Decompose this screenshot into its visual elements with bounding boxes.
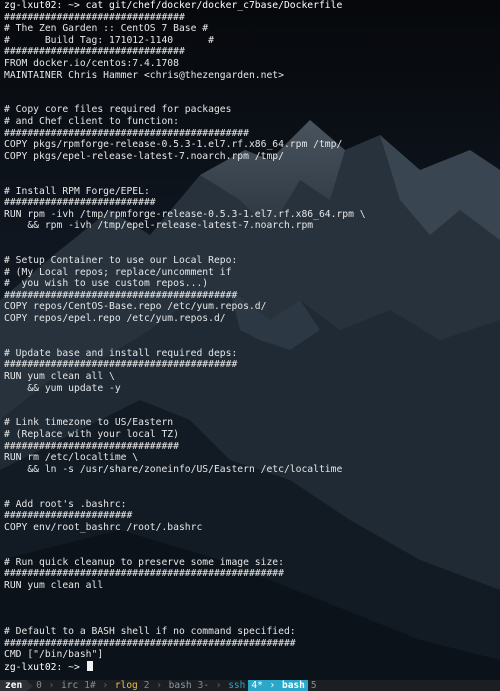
output-line: ######################################## xyxy=(4,359,238,371)
output-line: ########################## xyxy=(4,197,156,209)
separator-icon: › xyxy=(96,680,114,691)
prompt-line: zg-lxut02: ~> cat git/chef/docker/docker… xyxy=(4,0,343,11)
window-index: 3- xyxy=(197,680,210,691)
window-index: 1# xyxy=(84,680,96,691)
output-line: FROM docker.io/centos:7.4.1708 xyxy=(4,57,179,69)
prompt-text: zg-lxut02: ~> xyxy=(4,661,86,673)
output-line: ########################################… xyxy=(4,637,296,649)
window-tab-rlog[interactable]: 1# › rlog xyxy=(81,680,141,691)
output-line: ############################## xyxy=(4,440,179,452)
output-line: # (Replace with your local TZ) xyxy=(4,428,179,440)
output-line: MAINTAINER Chris Hammer <chris@thezengar… xyxy=(4,69,284,81)
separator-icon: › xyxy=(42,680,61,691)
output-line: # Run quick cleanup to preserve some ima… xyxy=(4,556,284,568)
output-line: # Copy core files required for packages xyxy=(4,104,232,116)
output-line: RUN yum clean all \ xyxy=(4,371,115,382)
output-line: ########################################… xyxy=(4,127,249,139)
output-line: # Add root's .bashrc: xyxy=(4,498,127,510)
tmux-status-bar: zen 0 › irc 1# › rlog 2 › bash 3- › ssh … xyxy=(0,680,500,691)
output-line: # (My Local repos; replace/uncomment if xyxy=(4,266,232,278)
session-name[interactable]: zen xyxy=(0,680,28,691)
window-name: bash xyxy=(281,680,305,691)
cursor xyxy=(86,660,93,671)
prompt-line[interactable]: zg-lxut02: ~> xyxy=(4,660,496,673)
output-line: COPY env/root_bashrc /root/.bashrc xyxy=(4,521,203,533)
output-line: && yum update -y xyxy=(4,382,121,394)
output-line: COPY repos/epel.repo /etc/yum.repos.d/ xyxy=(4,313,226,325)
window-name: irc xyxy=(61,680,79,691)
output-line: # Link timezone to US/Eastern xyxy=(4,417,174,429)
output-line: RUN yum clean all xyxy=(4,579,104,591)
output-line: # Install RPM Forge/EPEL: xyxy=(4,185,150,197)
terminal-output[interactable]: zg-lxut02: ~> cat git/chef/docker/docker… xyxy=(4,0,496,680)
window-tab-irc[interactable]: 0 › irc xyxy=(33,680,81,691)
window-tab-bash-active[interactable]: 4* › bash xyxy=(248,680,308,691)
output-line: # Default to a BASH shell if no command … xyxy=(4,626,296,638)
output-line: RUN rm /etc/localtime \ xyxy=(4,452,139,464)
window-tab-5[interactable]: 5 xyxy=(308,680,320,691)
output-line: RUN rpm -ivh /tmp/rpmforge-release-0.5.3… xyxy=(4,208,366,220)
output-line: COPY pkgs/rpmforge-release-0.5.3-1.el7.r… xyxy=(4,139,343,151)
output-line: ###################### xyxy=(4,510,133,522)
separator-icon: › xyxy=(150,680,168,691)
output-line: # Setup Container to use our Local Repo: xyxy=(4,255,238,267)
window-tab-ssh[interactable]: 3- › ssh xyxy=(195,680,249,691)
output-line: ########################################… xyxy=(4,568,284,580)
window-tab-bash-2[interactable]: 2 › bash xyxy=(141,680,195,691)
output-line: && rpm -ivh /tmp/epel-release-latest-7.n… xyxy=(4,220,314,232)
terminal-window[interactable]: zg-lxut02: ~> cat git/chef/docker/docker… xyxy=(0,0,500,691)
separator-icon: › xyxy=(263,680,281,691)
output-line: # The Zen Garden :: CentOS 7 Base # xyxy=(4,23,209,35)
output-line: # Update base and install required deps: xyxy=(4,347,238,359)
output-line: CMD ["/bin/bash"] xyxy=(4,649,104,661)
output-line: COPY pkgs/epel-release-latest-7.noarch.r… xyxy=(4,150,284,162)
output-line: ######################################## xyxy=(4,289,238,301)
output-line: && ln -s /usr/share/zoneinfo/US/Eastern … xyxy=(4,463,343,475)
output-line: # and Chef client to function: xyxy=(4,115,179,127)
separator-icon: › xyxy=(210,680,228,691)
output-line: ############################### xyxy=(4,46,185,58)
output-line: COPY repos/CentOS-Base.repo /etc/yum.rep… xyxy=(4,301,267,313)
window-name: ssh xyxy=(228,680,246,691)
window-index: 5 xyxy=(310,680,317,691)
window-name: rlog xyxy=(114,680,138,691)
window-name: bash xyxy=(168,680,192,691)
output-line: ############################### xyxy=(4,11,185,23)
window-index: 4* xyxy=(251,680,263,691)
output-line: # you wish to use custom repos...) xyxy=(4,278,209,290)
output-line: # Build Tag: 171012-1140 # xyxy=(4,34,214,46)
